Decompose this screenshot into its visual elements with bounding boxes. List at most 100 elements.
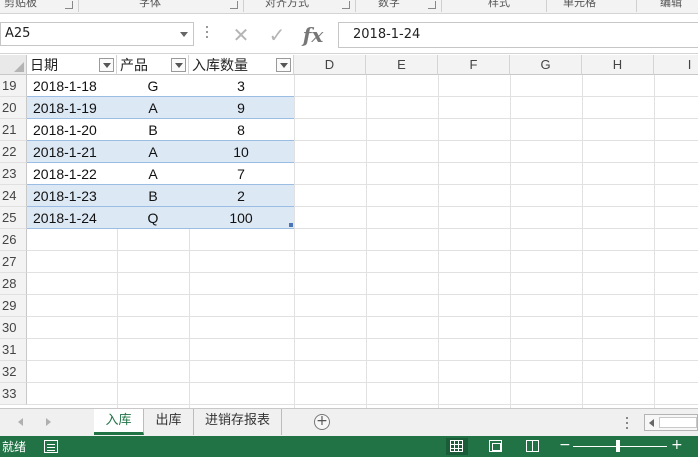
formula-value: 2018-1-24 xyxy=(353,27,421,42)
row-header[interactable]: 30 xyxy=(0,317,27,339)
column-headers: 日期 产品 入库数量 D E F G H I xyxy=(27,55,698,75)
cell-date[interactable]: 2018-1-20 xyxy=(33,119,117,141)
ribbon-divider xyxy=(441,0,442,12)
add-sheet-button[interactable]: + xyxy=(314,414,330,430)
row-header[interactable]: 20 xyxy=(0,97,27,119)
ribbon-divider xyxy=(243,0,244,12)
column-header-e[interactable]: E xyxy=(366,55,438,75)
scrollbar-thumb[interactable] xyxy=(659,417,697,428)
table-row[interactable]: 2018-1-20 B 8 xyxy=(27,119,294,141)
row-header[interactable]: 23 xyxy=(0,163,27,185)
select-all-icon xyxy=(14,62,24,72)
sheet-tab-report[interactable]: 进销存报表 xyxy=(194,409,282,435)
formula-bar-resize-handle[interactable] xyxy=(206,26,209,41)
name-box[interactable]: A25 xyxy=(0,22,194,46)
column-header-f[interactable]: F xyxy=(438,55,510,75)
cell-product[interactable]: Q xyxy=(117,207,189,229)
filter-dropdown-icon[interactable] xyxy=(171,58,186,72)
table-header-date[interactable]: 日期 xyxy=(27,55,117,75)
cell-product[interactable]: G xyxy=(117,75,189,97)
insert-function-button[interactable]: fx xyxy=(296,22,330,48)
cell-product[interactable]: A xyxy=(117,141,189,163)
zoom-in-button[interactable]: + xyxy=(671,437,683,453)
column-header-d[interactable]: D xyxy=(294,55,366,75)
cell-product[interactable]: A xyxy=(117,163,189,185)
horizontal-scrollbar[interactable] xyxy=(644,414,698,431)
formula-input[interactable]: 2018-1-24 xyxy=(338,22,698,48)
normal-view-button[interactable] xyxy=(446,438,468,455)
alignment-launcher-icon[interactable] xyxy=(342,1,350,9)
table-resize-handle[interactable] xyxy=(289,223,293,227)
cell-date[interactable]: 2018-1-21 xyxy=(33,141,117,163)
page-break-view-button[interactable] xyxy=(522,438,544,455)
cell-quantity[interactable]: 2 xyxy=(189,185,293,207)
scroll-tabs-left-icon[interactable] xyxy=(18,418,23,426)
cancel-icon[interactable]: ✕ xyxy=(224,22,258,48)
row-header[interactable]: 26 xyxy=(0,229,27,251)
table-row[interactable]: 2018-1-21 A 10 xyxy=(27,141,294,163)
row-header[interactable]: 33 xyxy=(0,383,27,405)
gridline xyxy=(27,250,698,251)
cell-product[interactable]: B xyxy=(117,185,189,207)
row-header[interactable]: 25 xyxy=(0,207,27,229)
font-launcher-icon[interactable] xyxy=(230,1,238,9)
zoom-slider-thumb[interactable] xyxy=(616,440,620,452)
row-header[interactable]: 22 xyxy=(0,141,27,163)
row-header[interactable]: 31 xyxy=(0,339,27,361)
cell-quantity[interactable]: 10 xyxy=(189,141,293,163)
table-row-border xyxy=(27,118,294,119)
sheet-tab-outbound[interactable]: 出库 xyxy=(144,409,194,435)
cell-quantity[interactable]: 8 xyxy=(189,119,293,141)
cell-quantity[interactable]: 3 xyxy=(189,75,293,97)
macro-recording-icon[interactable] xyxy=(44,440,58,453)
table-row[interactable]: 2018-1-18 G 3 xyxy=(27,75,294,97)
sheet-tab-inbound[interactable]: 入库 xyxy=(94,409,144,435)
table-row[interactable]: 2018-1-19 A 9 xyxy=(27,97,294,119)
worksheet-grid[interactable]: 日期 产品 入库数量 D E F G H I 19 20 21 22 23 24… xyxy=(0,55,698,408)
page-layout-view-button[interactable] xyxy=(485,438,507,455)
zoom-out-button[interactable]: − xyxy=(559,437,571,453)
table-row[interactable]: 2018-1-22 A 7 xyxy=(27,163,294,185)
table-header-quantity[interactable]: 入库数量 xyxy=(189,55,294,75)
clipboard-launcher-icon[interactable] xyxy=(65,1,73,9)
row-header[interactable]: 27 xyxy=(0,251,27,273)
cell-area[interactable]: 2018-1-18 G 3 2018-1-19 A 9 2018-1-20 B … xyxy=(27,75,698,408)
table-row-border xyxy=(27,228,294,229)
column-header-i[interactable]: I xyxy=(654,55,698,75)
table-row[interactable]: 2018-1-24 Q 100 xyxy=(27,207,294,229)
row-header[interactable]: 29 xyxy=(0,295,27,317)
row-header[interactable]: 32 xyxy=(0,361,27,383)
filter-dropdown-icon[interactable] xyxy=(276,58,291,72)
cell-date[interactable]: 2018-1-19 xyxy=(33,97,117,119)
cell-quantity[interactable]: 100 xyxy=(189,207,293,229)
select-all-button[interactable] xyxy=(0,55,27,75)
cell-product[interactable]: A xyxy=(117,97,189,119)
column-header-h[interactable]: H xyxy=(582,55,654,75)
cell-quantity[interactable]: 7 xyxy=(189,163,293,185)
row-header[interactable]: 21 xyxy=(0,119,27,141)
row-header[interactable]: 24 xyxy=(0,185,27,207)
gridline xyxy=(27,338,698,339)
row-header[interactable]: 28 xyxy=(0,273,27,295)
filter-dropdown-icon[interactable] xyxy=(99,58,114,72)
number-launcher-icon[interactable] xyxy=(428,1,436,9)
ribbon-group-cells: 单元格 xyxy=(563,0,596,9)
cell-product[interactable]: B xyxy=(117,119,189,141)
row-header[interactable]: 19 xyxy=(0,75,27,97)
cell-date[interactable]: 2018-1-24 xyxy=(33,207,117,229)
column-header-g[interactable]: G xyxy=(510,55,582,75)
table-row-border xyxy=(27,184,294,185)
cell-date[interactable]: 2018-1-22 xyxy=(33,163,117,185)
zoom-slider-track[interactable] xyxy=(573,446,667,447)
cell-quantity[interactable]: 9 xyxy=(189,97,293,119)
chevron-down-icon[interactable] xyxy=(180,32,188,37)
scroll-left-icon[interactable] xyxy=(649,419,654,427)
table-header-product[interactable]: 产品 xyxy=(117,55,189,75)
cell-date[interactable]: 2018-1-23 xyxy=(33,185,117,207)
enter-check-icon[interactable]: ✓ xyxy=(260,22,294,48)
cell-date[interactable]: 2018-1-18 xyxy=(33,75,117,97)
scroll-tabs-right-icon[interactable] xyxy=(46,418,51,426)
tabs-split-handle[interactable] xyxy=(626,417,629,429)
table-row[interactable]: 2018-1-23 B 2 xyxy=(27,185,294,207)
gridline xyxy=(366,75,367,408)
